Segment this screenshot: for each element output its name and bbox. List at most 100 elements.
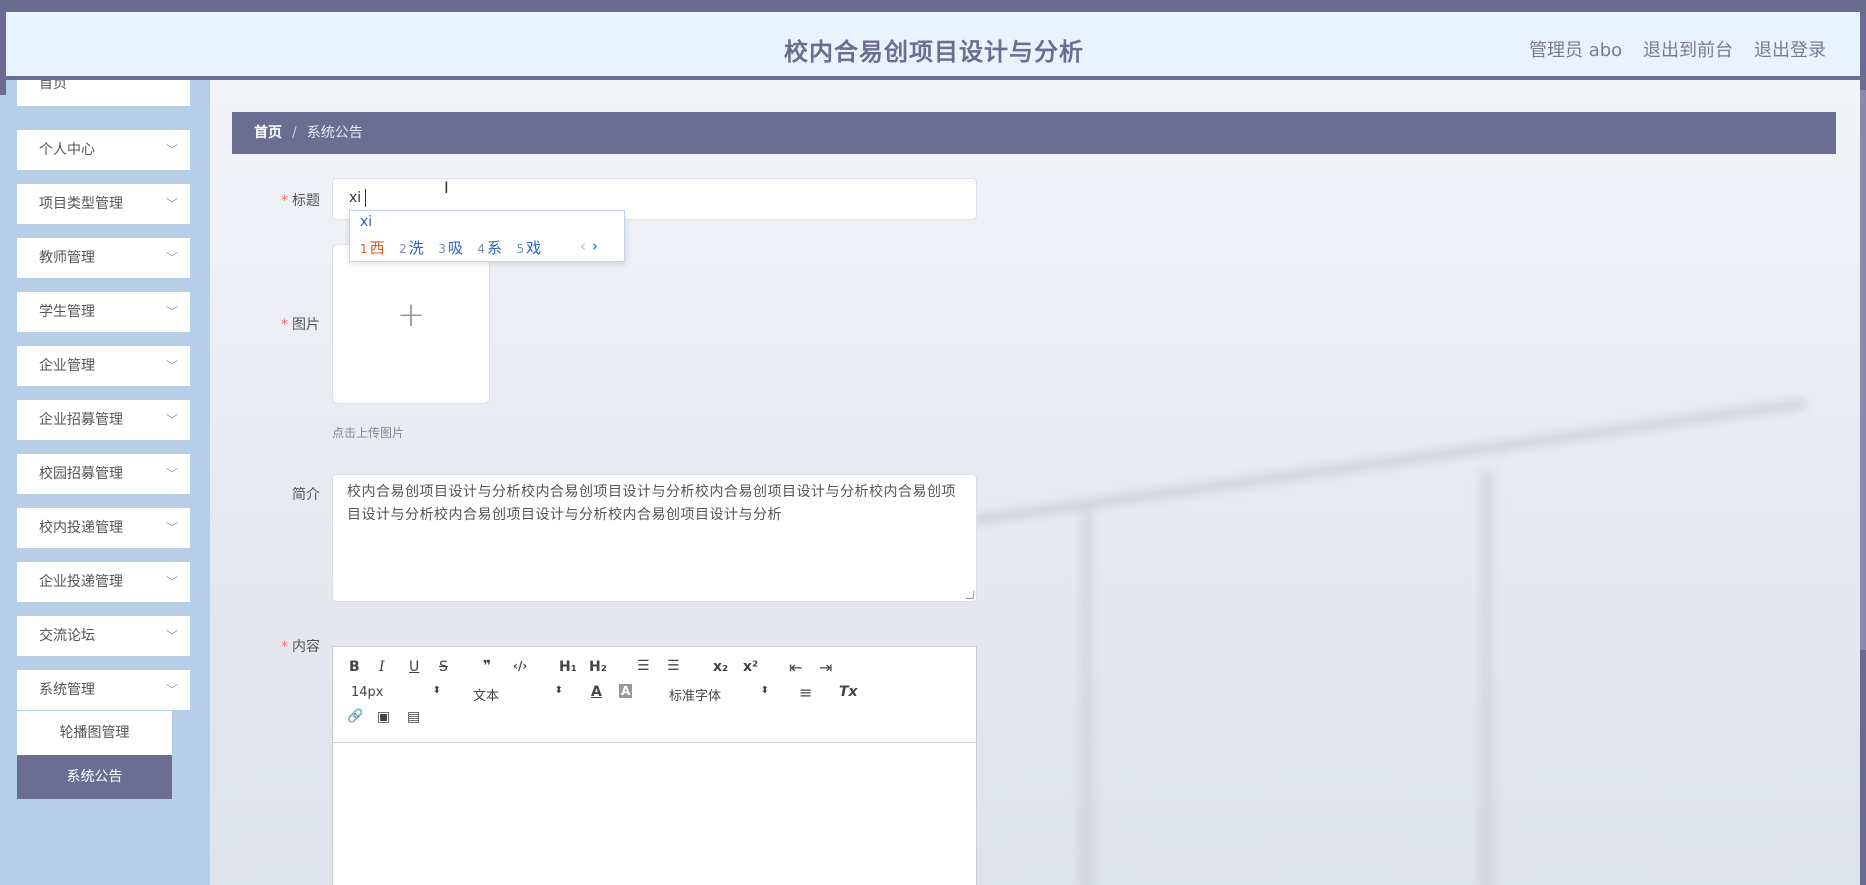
editor-toolbar: B I U S ❞ ‹/› H₁ H₂ ☰ ☰ x₂ x² ⇤ ⇥ 14px ⬍ … — [333, 647, 976, 743]
sidebar-item-label: 学生管理 — [39, 304, 95, 320]
chevron-down-icon: ﹀ — [165, 575, 178, 589]
sidebar-item-forum[interactable]: 交流论坛 ﹀ — [17, 616, 190, 656]
clear-format-icon[interactable]: Tx — [839, 684, 858, 700]
resize-grip-icon[interactable] — [965, 591, 975, 599]
sidebar-item-campus-recruit[interactable]: 校园招募管理 ﹀ — [17, 454, 190, 494]
ime-candidate[interactable]: 4系 — [477, 237, 502, 258]
intro-textarea[interactable]: 校内合易创项目设计与分析校内合易创项目设计与分析校内合易创项目设计与分析校内合易… — [332, 474, 977, 602]
select-arrows-icon: ⬍ — [432, 685, 441, 696]
font-family-select[interactable]: 标准字体 ⬍ — [669, 685, 769, 704]
breadcrumb-separator: / — [292, 125, 297, 141]
sidebar: 首页 个人中心 ﹀ 项目类型管理 ﹀ 教师管理 ﹀ 学生管理 ﹀ 企业管理 ﹀ 企业招募管… — [0, 74, 210, 885]
font-size-select-value: 14px — [351, 685, 384, 700]
background-color-icon[interactable]: A — [619, 684, 633, 698]
ime-next-icon[interactable]: › — [592, 237, 598, 255]
content-label: * 内容 — [281, 639, 320, 655]
chevron-down-icon: ﹀ — [165, 143, 178, 157]
sidebar-item-label: 校内投递管理 — [39, 520, 123, 536]
text-cursor — [365, 189, 366, 207]
quote-icon[interactable]: ❞ — [483, 658, 491, 674]
sidebar-subitem-carousel[interactable]: 轮播图管理 — [17, 711, 172, 755]
header-select-value: 文本 — [473, 689, 500, 704]
exit-to-front-link[interactable]: 退出到前台 — [1643, 36, 1733, 62]
ime-candidate[interactable]: 1西 — [360, 237, 385, 258]
window-top-strip — [0, 0, 1866, 12]
sidebar-subitem-announcements[interactable]: 系统公告 — [17, 755, 172, 799]
ordered-list-icon[interactable]: ☰ — [637, 658, 650, 674]
header-select[interactable]: 文本 ⬍ — [473, 685, 563, 704]
sidebar-item-company-recruit[interactable]: 企业招募管理 ﹀ — [17, 400, 190, 440]
underline-button[interactable]: U — [409, 659, 419, 675]
sidebar-item-label: 项目类型管理 — [39, 196, 123, 212]
code-icon[interactable]: ‹/› — [513, 659, 527, 673]
video-icon[interactable]: ▤ — [407, 709, 420, 725]
subscript-button[interactable]: x₂ — [713, 659, 728, 675]
sidebar-item-companies[interactable]: 企业管理 ﹀ — [17, 346, 190, 386]
chevron-down-icon: ﹀ — [165, 629, 178, 643]
image-label: * 图片 — [281, 317, 320, 333]
window-left-border — [0, 0, 6, 95]
image-icon[interactable]: ▣ — [377, 709, 390, 725]
header: 校内合易创项目设计与分析 管理员 abo 退出到前台 退出登录 — [6, 12, 1862, 80]
ibeam-cursor-icon: I — [444, 178, 449, 197]
font-color-icon[interactable]: A — [591, 684, 602, 700]
ime-candidate[interactable]: 5戏 — [516, 237, 541, 258]
indent-icon[interactable]: ⇥ — [819, 658, 832, 677]
font-size-select[interactable]: 14px ⬍ — [351, 685, 441, 703]
h2-button[interactable]: H₂ — [589, 659, 607, 675]
ime-candidate[interactable]: 2洗 — [399, 237, 424, 258]
sidebar-item-label: 企业管理 — [39, 358, 95, 374]
ime-candidate-popup: xi 1西 2洗 3吸 4系 5戏 ‹ › — [349, 210, 625, 262]
breadcrumb-home[interactable]: 首页 — [254, 125, 282, 141]
page-scrollbar[interactable] — [1860, 0, 1866, 885]
sidebar-item-label: 校园招募管理 — [39, 466, 123, 482]
image-upload-box[interactable]: + — [332, 244, 490, 404]
sidebar-item-label: 系统管理 — [39, 682, 95, 698]
scrollbar-thumb[interactable] — [1860, 90, 1866, 650]
select-arrows-icon: ⬍ — [554, 685, 563, 696]
align-icon[interactable]: ≡ — [799, 683, 812, 702]
sidebar-item-label: 企业投递管理 — [39, 574, 123, 590]
outdent-icon[interactable]: ⇤ — [789, 658, 802, 677]
sidebar-item-system[interactable]: 系统管理 ﹀ — [17, 670, 190, 710]
strike-button[interactable]: S — [439, 659, 448, 675]
main-content: 首页 / 系统公告 * 标题 xi I * 图片 + 点击上传图片 简介 校内合易创项目… — [210, 80, 1860, 885]
sidebar-item-label: 企业招募管理 — [39, 412, 123, 428]
chevron-down-icon: ﹀ — [165, 305, 178, 319]
ime-candidates: 1西 2洗 3吸 4系 5戏 — [360, 237, 551, 258]
chevron-down-icon: ﹀ — [165, 413, 178, 427]
bold-button[interactable]: B — [349, 659, 360, 675]
editor-content-area[interactable] — [333, 744, 976, 885]
ime-composition: xi — [360, 214, 373, 230]
link-icon[interactable]: 🔗 — [347, 709, 363, 724]
sidebar-item-project-types[interactable]: 项目类型管理 ﹀ — [17, 184, 190, 224]
superscript-button[interactable]: x² — [743, 659, 758, 675]
chevron-down-icon: ﹀ — [165, 359, 178, 373]
chevron-down-icon: ﹀ — [165, 197, 178, 211]
background-decoration — [1480, 470, 1494, 885]
sidebar-item-students[interactable]: 学生管理 ﹀ — [17, 292, 190, 332]
intro-label: 简介 — [292, 487, 320, 503]
ime-prev-icon[interactable]: ‹ — [580, 237, 586, 255]
admin-user-link[interactable]: 管理员 abo — [1529, 36, 1622, 62]
image-upload-hint: 点击上传图片 — [332, 426, 405, 440]
chevron-down-icon: ﹀ — [165, 521, 178, 535]
chevron-up-icon: ﹀ — [165, 683, 178, 697]
select-arrows-icon: ⬍ — [760, 685, 769, 696]
bullet-list-icon[interactable]: ☰ — [667, 658, 680, 674]
sidebar-item-campus-delivery[interactable]: 校内投递管理 ﹀ — [17, 508, 190, 548]
sidebar-item-profile[interactable]: 个人中心 ﹀ — [17, 130, 190, 170]
title-input-value: xi — [349, 190, 362, 206]
chevron-down-icon: ﹀ — [165, 467, 178, 481]
sidebar-item-label: 交流论坛 — [39, 628, 95, 644]
ime-candidate[interactable]: 3吸 — [438, 237, 463, 258]
plus-icon: + — [396, 295, 426, 335]
font-family-select-value: 标准字体 — [669, 689, 722, 704]
italic-button[interactable]: I — [379, 659, 385, 675]
background-decoration — [1080, 510, 1094, 885]
sidebar-item-teachers[interactable]: 教师管理 ﹀ — [17, 238, 190, 278]
sidebar-item-company-delivery[interactable]: 企业投递管理 ﹀ — [17, 562, 190, 602]
logout-link[interactable]: 退出登录 — [1754, 36, 1826, 62]
sidebar-item-label: 教师管理 — [39, 250, 95, 266]
h1-button[interactable]: H₁ — [559, 659, 577, 675]
